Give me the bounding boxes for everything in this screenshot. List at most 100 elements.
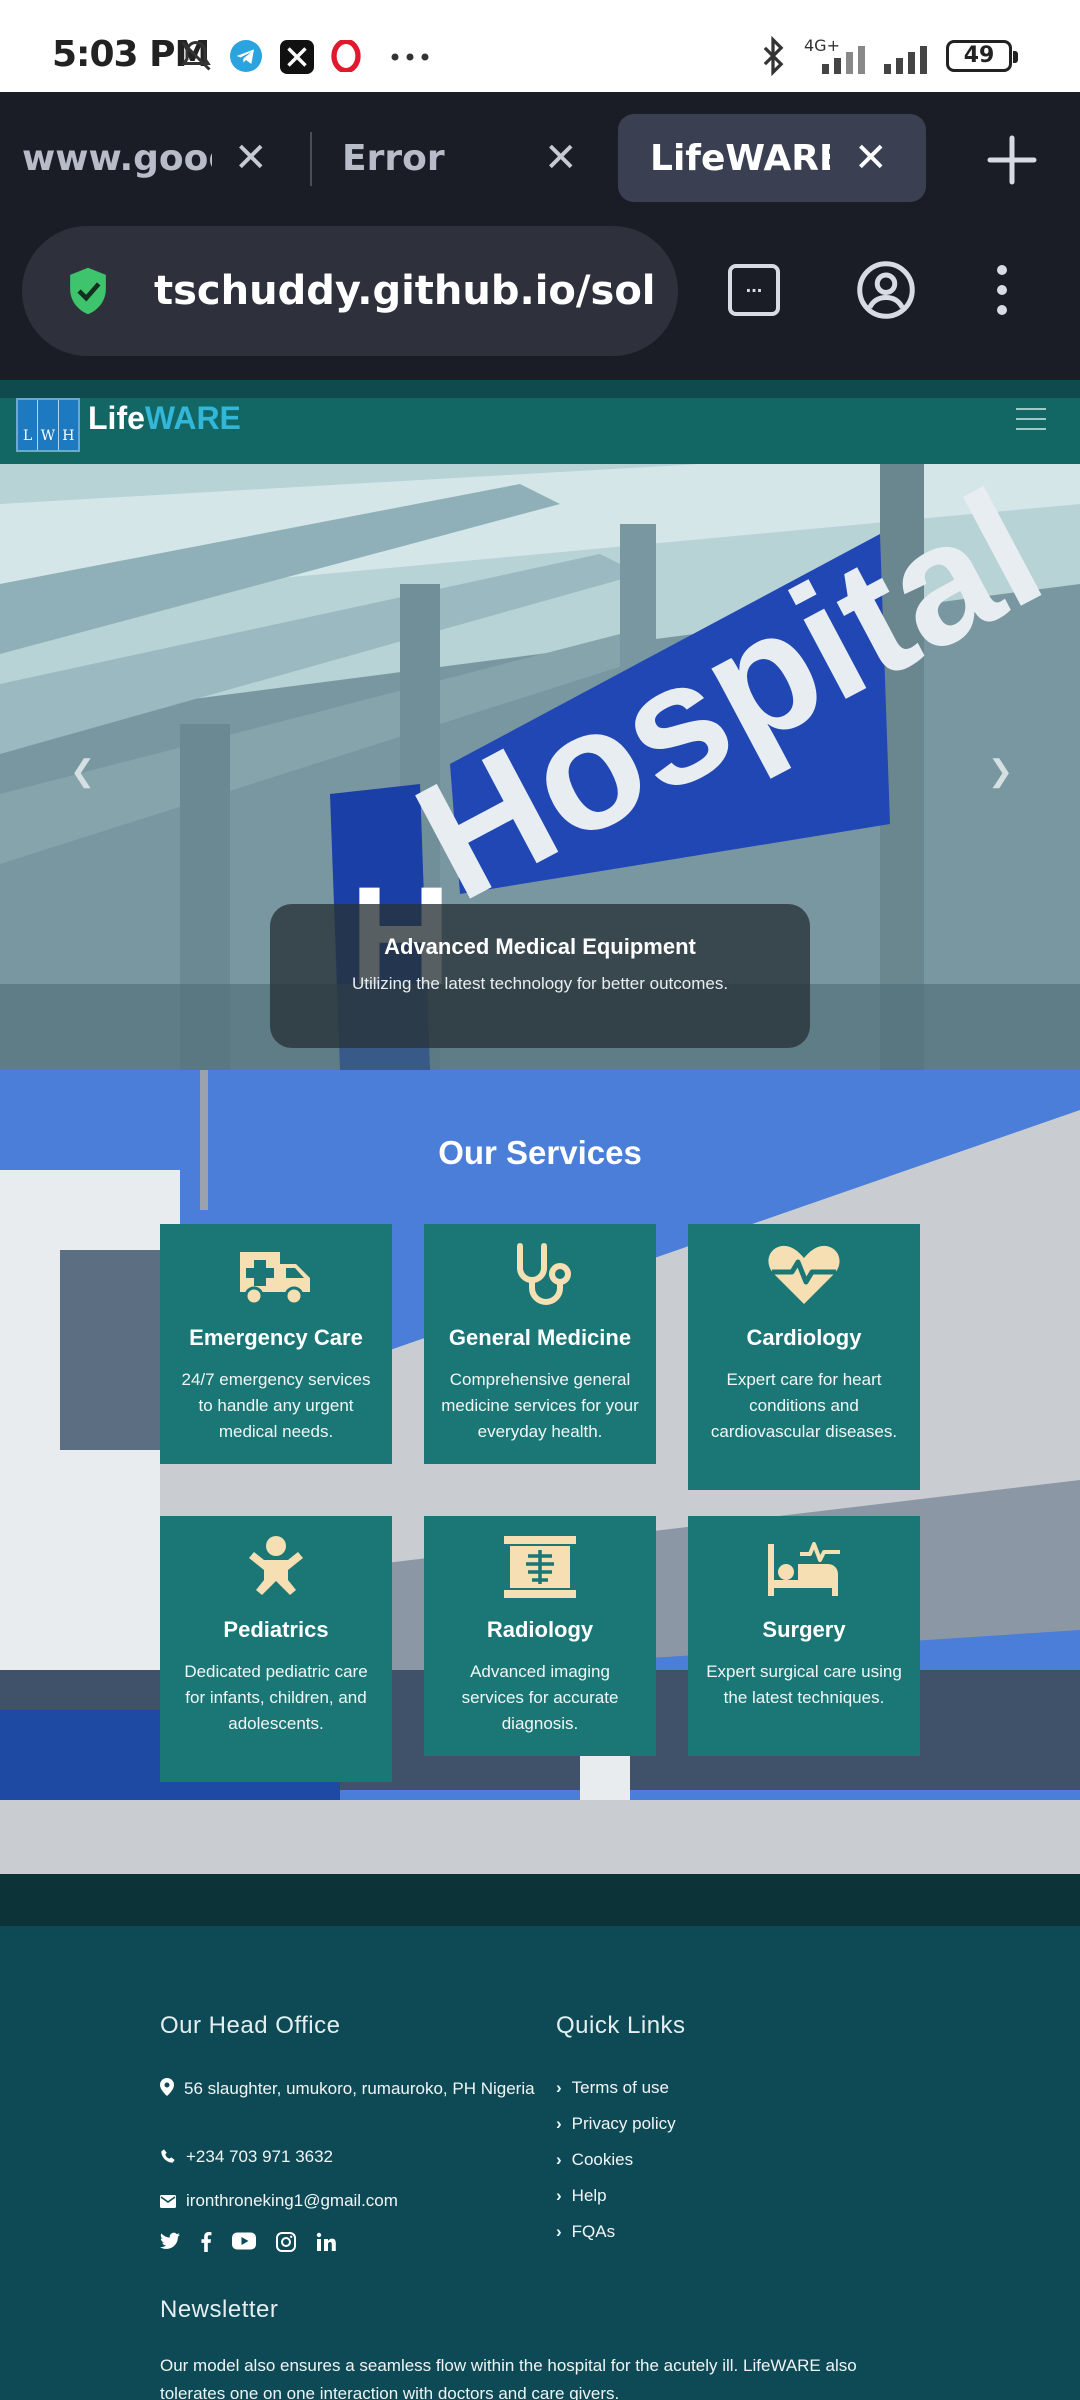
footer-top-band — [0, 1874, 1080, 1926]
caption-title: Advanced Medical Equipment — [384, 934, 696, 959]
tab-label: www.googl — [22, 137, 212, 179]
logo-mark[interactable]: L W H — [16, 398, 80, 452]
bed-pulse-icon — [768, 1542, 840, 1596]
x-ray-icon — [504, 1536, 576, 1598]
linkedin-icon[interactable] — [316, 2232, 336, 2252]
menu-kebab-icon[interactable] — [990, 260, 1014, 320]
brand-name-ware: WARE — [144, 400, 241, 436]
facebook-icon[interactable] — [200, 2232, 212, 2252]
more-dots-icon — [391, 53, 429, 61]
shield-check-icon — [70, 267, 106, 315]
bluetooth-icon — [763, 36, 784, 76]
quick-link-help[interactable]: › Help — [556, 2186, 607, 2206]
quick-link-label: Privacy policy — [571, 2114, 676, 2133]
service-description: Advanced imaging services for accurate d… — [461, 1662, 619, 1733]
carousel-next-icon[interactable]: ❯ — [988, 754, 1013, 789]
url-text[interactable]: tschuddy.github.io/solo_ — [154, 226, 654, 356]
services-title: Our Services — [438, 1134, 642, 1171]
service-card-pediatrics[interactable]: Pediatrics Dedicated pediatric care for … — [160, 1516, 392, 1782]
service-card-radiology[interactable]: Radiology Advanced imaging services for … — [424, 1516, 656, 1756]
battery-indicator: 49 — [946, 40, 1018, 72]
account-icon[interactable] — [856, 260, 916, 320]
bell-muted-icon — [181, 40, 211, 71]
service-description: Comprehensive general medicine services … — [441, 1370, 639, 1441]
service-description: Dedicated pediatric care for infants, ch… — [184, 1662, 368, 1733]
logo-letter: L — [18, 400, 39, 450]
service-title: Pediatrics — [223, 1617, 329, 1642]
quick-link-faqs[interactable]: › FQAs — [556, 2222, 615, 2242]
carousel-prev-icon[interactable]: ❮ — [70, 754, 95, 789]
chevron-right-icon: › — [556, 2222, 562, 2241]
tab-switcher-button[interactable]: ... — [728, 264, 780, 316]
chevron-right-icon: › — [556, 2150, 562, 2169]
phone-text: +234 703 971 3632 — [186, 2147, 334, 2166]
tab-label: Error — [342, 137, 445, 179]
phone-row[interactable]: +234 703 971 3632 — [160, 2144, 333, 2170]
service-card-emergency-care[interactable]: Emergency Care 24/7 emergency services t… — [160, 1224, 392, 1464]
service-title: Radiology — [486, 1617, 594, 1642]
chevron-right-icon: › — [556, 2186, 562, 2205]
map-marker-icon — [160, 2078, 174, 2096]
email-row[interactable]: ironthroneking1@gmail.com — [160, 2188, 398, 2214]
twitter-icon[interactable] — [160, 2232, 180, 2250]
hamburger-menu-icon[interactable] — [1016, 408, 1046, 436]
new-tab-icon[interactable] — [976, 124, 1048, 196]
brand-name[interactable]: LifeWARE — [88, 400, 241, 437]
close-icon[interactable]: ✕ — [854, 135, 888, 181]
quick-link-label: Terms of use — [571, 2078, 669, 2097]
baby-icon — [249, 1536, 303, 1595]
brand-name-life: Life — [88, 400, 145, 436]
social-links — [160, 2232, 336, 2252]
tab-error[interactable]: Error ✕ — [342, 114, 592, 202]
head-office-title: Our Head Office — [160, 2012, 341, 2039]
tab-switcher-label: ... — [745, 275, 763, 297]
service-description: 24/7 emergency services to handle any ur… — [181, 1370, 371, 1441]
address-bar[interactable]: tschuddy.github.io/solo_ — [22, 226, 678, 356]
signal-strength-icon — [822, 46, 865, 74]
chevron-right-icon: › — [556, 2114, 562, 2133]
service-description: Expert care for heart conditions and car… — [710, 1370, 898, 1441]
quick-link-privacy[interactable]: › Privacy policy — [556, 2114, 676, 2134]
logo-letter: W — [38, 400, 59, 450]
signal-strength-2-icon — [884, 46, 927, 74]
chevron-right-icon: › — [556, 2078, 562, 2097]
phone-icon — [161, 2149, 175, 2163]
header-top-strip — [0, 380, 1080, 398]
service-card-cardiology[interactable]: Cardiology Expert care for heart conditi… — [688, 1224, 920, 1490]
close-icon[interactable]: ✕ — [234, 135, 268, 181]
heartbeat-icon — [768, 1245, 840, 1304]
quick-link-label: FQAs — [571, 2222, 616, 2241]
x-app-icon — [280, 40, 314, 74]
quick-link-label: Help — [571, 2186, 607, 2205]
tab-google[interactable]: www.googl ✕ — [22, 114, 282, 202]
logo-letter: H — [62, 428, 75, 444]
caption-text: Utilizing the latest technology for bett… — [351, 974, 729, 993]
address-text: 56 slaughter, umukoro, rumauroko, PH Nig… — [184, 2079, 535, 2098]
service-card-general-medicine[interactable]: General Medicine Comprehensive general m… — [424, 1224, 656, 1464]
close-icon[interactable]: ✕ — [544, 135, 578, 181]
hero-carousel: H Hospital ❮ ❯ Advanced Medical Equipmen… — [0, 464, 1080, 1070]
service-card-surgery[interactable]: Surgery Expert surgical care using the l… — [688, 1516, 920, 1756]
telegram-icon — [230, 40, 262, 72]
instagram-icon[interactable] — [276, 2232, 296, 2252]
service-title: Cardiology — [746, 1325, 862, 1350]
youtube-icon[interactable] — [232, 2232, 256, 2250]
quick-links-title: Quick Links — [556, 2012, 686, 2039]
envelope-icon — [160, 2195, 176, 2208]
services-section: Our Services Emergency Care 24/7 emergen… — [0, 1070, 1080, 1874]
tab-divider — [310, 132, 312, 186]
carousel-caption: Advanced Medical Equipment Utilizing the… — [270, 904, 810, 1048]
status-bar: 5:03 PM 4G+ 49 — [0, 0, 1080, 92]
newsletter-title: Newsletter — [160, 2296, 279, 2323]
quick-link-cookies[interactable]: › Cookies — [556, 2150, 633, 2170]
site-footer: Our Head Office 56 slaughter, umukoro, r… — [0, 1926, 1080, 2400]
service-title: Emergency Care — [189, 1325, 363, 1350]
newsletter-text: Our model also ensures a seamless flow w… — [160, 2356, 857, 2400]
tab-lifeware[interactable]: LifeWARE.c ✕ — [618, 114, 926, 202]
opera-icon — [331, 40, 361, 72]
browser-chrome: www.googl ✕ Error ✕ LifeWARE.c ✕ tschudd… — [0, 92, 1080, 380]
site-navbar: L W H LifeWARE — [0, 398, 1080, 464]
quick-link-terms[interactable]: › Terms of use — [556, 2078, 669, 2098]
ambulance-icon — [240, 1252, 310, 1306]
service-title: General Medicine — [448, 1325, 632, 1350]
